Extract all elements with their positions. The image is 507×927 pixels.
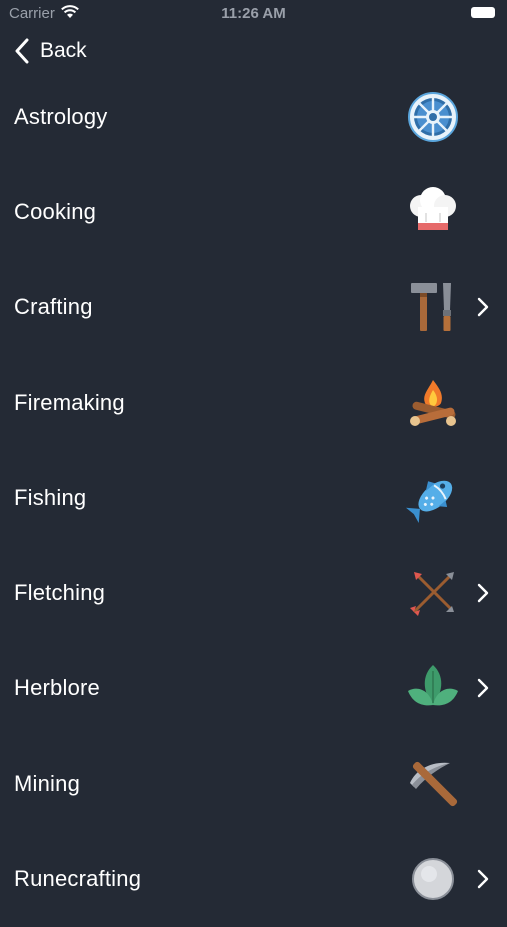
list-item-cooking[interactable]: Cooking	[0, 164, 507, 259]
skills-list: Astrology Cooking Crafting Firemaking Fi…	[0, 69, 507, 927]
campfire-icon	[410, 379, 456, 426]
list-item-label: Crafting	[14, 294, 93, 320]
list-item-label: Fishing	[14, 484, 87, 510]
list-item-astrology[interactable]: Astrology	[0, 69, 507, 164]
navigation-bar: Back	[0, 36, 507, 70]
battery-icon	[471, 7, 495, 18]
back-button-label: Back	[40, 39, 87, 62]
list-item-runecrafting[interactable]: Runecrafting	[0, 831, 507, 926]
chevron-right-icon	[477, 583, 489, 603]
list-item-label: Firemaking	[14, 389, 125, 415]
list-item-fishing[interactable]: Fishing	[0, 450, 507, 545]
list-item-label: Fletching	[14, 580, 106, 606]
arrows-icon	[410, 572, 454, 617]
rune-stone-icon	[412, 858, 454, 901]
hammer-chisel-icon	[411, 283, 451, 332]
chevron-right-icon	[477, 298, 489, 317]
astrology-wheel-icon	[408, 91, 458, 142]
chevron-left-icon	[15, 38, 29, 64]
clock-label: 11:26 AM	[221, 5, 286, 22]
list-item-label: Astrology	[14, 103, 108, 129]
pickaxe-icon	[410, 761, 458, 806]
list-item-crafting[interactable]: Crafting	[0, 260, 507, 355]
list-item-label: Runecrafting	[14, 866, 142, 892]
chef-hat-icon	[410, 186, 456, 230]
herb-leaves-icon	[408, 665, 458, 706]
status-bar: Carrier 11:26 AM	[0, 0, 507, 28]
list-item-firemaking[interactable]: Firemaking	[0, 355, 507, 450]
list-item-label: Mining	[14, 770, 81, 796]
fish-icon	[406, 480, 453, 523]
back-button[interactable]: Back	[14, 38, 87, 64]
list-item-mining[interactable]: Mining	[0, 736, 507, 831]
list-item-label: Herblore	[14, 675, 100, 701]
list-item-label: Cooking	[14, 198, 97, 224]
list-item-herblore[interactable]: Herblore	[0, 641, 507, 736]
chevron-right-icon	[477, 679, 489, 698]
chevron-right-icon	[477, 869, 489, 889]
list-item-fletching[interactable]: Fletching	[0, 545, 507, 640]
